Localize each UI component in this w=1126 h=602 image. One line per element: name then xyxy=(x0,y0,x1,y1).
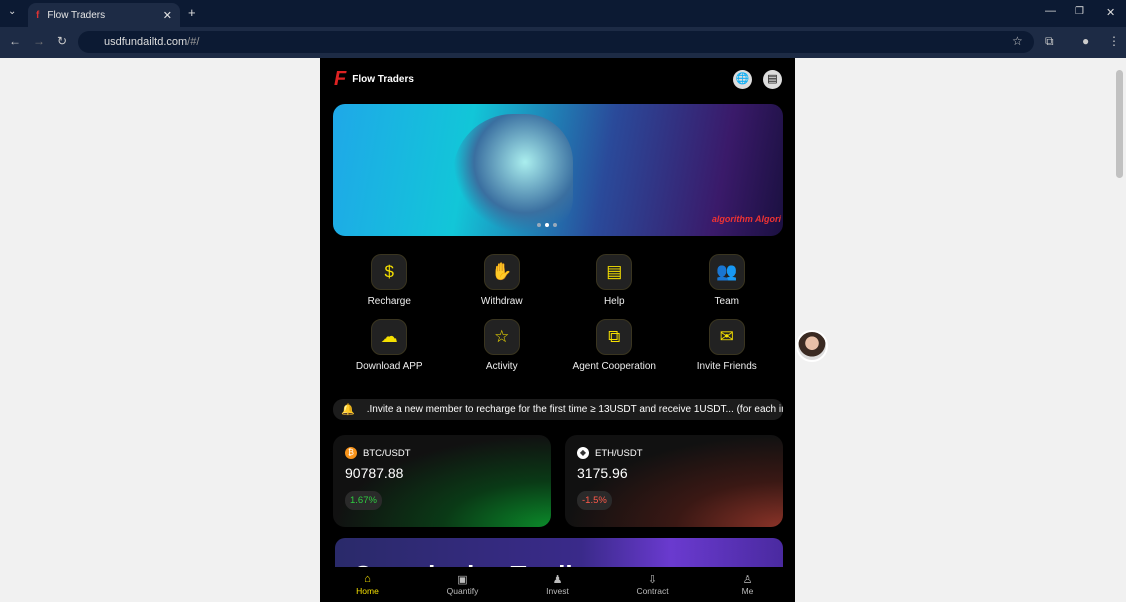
dollar-refresh-icon: $ xyxy=(371,254,408,290)
ai-head-image xyxy=(453,114,573,234)
tab-label: Home xyxy=(356,586,379,596)
tab-title: Flow Traders xyxy=(47,9,106,21)
chat-icon[interactable]: ▤ xyxy=(763,70,782,89)
forward-icon[interactable]: → xyxy=(33,34,45,48)
menu-label: Activity xyxy=(485,361,518,372)
close-tab-icon[interactable]: ✕ xyxy=(163,9,172,22)
contract-icon: ⇩ xyxy=(647,574,658,586)
menu-item-withdraw[interactable]: ✋ Withdraw xyxy=(446,254,559,307)
tab-me[interactable]: ♙ Me xyxy=(700,567,795,602)
menu-label: Team xyxy=(714,296,739,307)
ethereum-icon: ◆ xyxy=(577,447,589,459)
menu-item-activity[interactable]: ☆ Activity xyxy=(446,319,559,372)
globe-icon[interactable]: 🌐 xyxy=(733,70,752,89)
menu-label: Recharge xyxy=(367,296,411,307)
bookmark-star-icon[interactable]: ☆ xyxy=(1012,34,1023,48)
change-badge: 1.67% xyxy=(345,491,382,510)
profile-icon[interactable]: ● xyxy=(1082,34,1089,48)
menu-item-download-app[interactable]: ☁ Download APP xyxy=(333,319,446,372)
tab-label: Me xyxy=(741,586,754,596)
team-icon: 👥 xyxy=(708,254,745,290)
market-card-btc[interactable]: ₿ BTC/USDT 90787.88 1.67% xyxy=(333,435,551,527)
brand-name: Flow Traders xyxy=(352,73,414,85)
menu-label: Invite Friends xyxy=(696,361,757,372)
video-icon: ▣ xyxy=(457,574,468,586)
url-path: /#/ xyxy=(187,36,200,48)
home-icon: ⌂ xyxy=(364,573,371,585)
market-card-eth[interactable]: ◆ ETH/USDT 3175.96 -1.5% xyxy=(565,435,783,527)
menu-kebab-icon[interactable]: ⋮ xyxy=(1108,34,1120,48)
menu-item-recharge[interactable]: $ Recharge xyxy=(333,254,446,307)
pair-name: BTC/USDT xyxy=(363,447,411,459)
cloud-download-icon: ☁ xyxy=(371,319,408,355)
menu-label: Help xyxy=(603,296,625,307)
notice-text: .Invite a new member to recharge for the… xyxy=(366,404,783,415)
mobile-app: F Flow Traders 🌐 ▤ algorithm Algori $ Rec… xyxy=(320,58,795,602)
support-avatar[interactable] xyxy=(796,330,828,362)
tab-label: Invest xyxy=(546,586,569,596)
bottom-tab-bar: ⌂ Home ▣ Quantify ♟ Invest ⇩ Contract ♙ Me xyxy=(320,567,795,602)
tab-invest[interactable]: ♟ Invest xyxy=(510,567,605,602)
scrollbar-thumb[interactable] xyxy=(1116,70,1123,178)
carousel-dots[interactable] xyxy=(537,223,557,227)
menu-item-invite-friends[interactable]: ✉ Invite Friends xyxy=(671,319,784,372)
tab-label: Contract xyxy=(636,586,669,596)
flow-traders-logo: F xyxy=(334,67,347,90)
menu-label: Download APP xyxy=(355,361,423,372)
coin-hand-icon: ✋ xyxy=(483,254,520,290)
price: 3175.96 xyxy=(577,465,628,481)
user-icon: ♙ xyxy=(742,574,753,586)
change-badge: -1.5% xyxy=(577,491,612,510)
quick-menu: $ Recharge ✋ Withdraw ▤ Help 👥 Team ☁ Download AP… xyxy=(333,254,783,372)
new-tab-button[interactable]: + xyxy=(188,5,196,20)
hero-banner[interactable]: algorithm Algori xyxy=(333,104,783,236)
back-icon[interactable]: ← xyxy=(9,34,21,48)
browser-tab[interactable]: f Flow Traders ✕ xyxy=(28,3,180,27)
tab-contract[interactable]: ⇩ Contract xyxy=(605,567,700,602)
url-host: usdfundailtd.com xyxy=(104,36,188,48)
close-window-button[interactable]: ✕ xyxy=(1106,6,1115,19)
share-nodes-icon: ⧉ xyxy=(596,319,633,355)
notice-bar[interactable]: 🔔 .Invite a new member to recharge for t… xyxy=(333,399,783,420)
tab-label: Quantify xyxy=(446,586,479,596)
bell-icon: 🔔 xyxy=(341,404,355,416)
favicon-icon: f xyxy=(36,9,40,21)
menu-label: Withdraw xyxy=(480,296,523,307)
menu-label: Agent Cooperation xyxy=(572,361,656,372)
menu-item-help[interactable]: ▤ Help xyxy=(558,254,671,307)
pair-name: ETH/USDT xyxy=(595,447,643,459)
tab-home[interactable]: ⌂ Home xyxy=(320,567,415,602)
bitcoin-icon: ₿ xyxy=(345,447,357,459)
invest-icon: ♟ xyxy=(552,574,563,586)
restore-button[interactable]: ❐ xyxy=(1075,6,1084,17)
scrollbar[interactable] xyxy=(1113,58,1126,602)
bookmark-star-icon: ☆ xyxy=(483,319,520,355)
browser-toolbar: ← → ↻ usdfundailtd.com/#/ ☆ ⧉ ● ⋮ xyxy=(0,27,1126,58)
page-viewport: F Flow Traders 🌐 ▤ algorithm Algori $ Rec… xyxy=(0,58,1126,602)
tab-quantify[interactable]: ▣ Quantify xyxy=(415,567,510,602)
minimize-button[interactable]: — xyxy=(1045,5,1056,17)
browser-tab-bar: ⌄ f Flow Traders ✕ + — ❐ ✕ xyxy=(0,0,1126,27)
price: 90787.88 xyxy=(345,465,404,481)
address-bar[interactable]: usdfundailtd.com/#/ xyxy=(78,31,1034,53)
tab-list-chevron-icon[interactable]: ⌄ xyxy=(8,6,16,17)
envelope-icon: ✉ xyxy=(708,319,745,355)
book-icon: ▤ xyxy=(596,254,633,290)
app-header: F Flow Traders xyxy=(320,58,795,100)
banner-image-text: algorithm Algori xyxy=(711,214,781,224)
menu-item-team[interactable]: 👥 Team xyxy=(671,254,784,307)
menu-item-agent-cooperation[interactable]: ⧉ Agent Cooperation xyxy=(558,319,671,372)
extension-icon[interactable]: ⧉ xyxy=(1045,34,1054,49)
reload-icon[interactable]: ↻ xyxy=(57,34,67,48)
